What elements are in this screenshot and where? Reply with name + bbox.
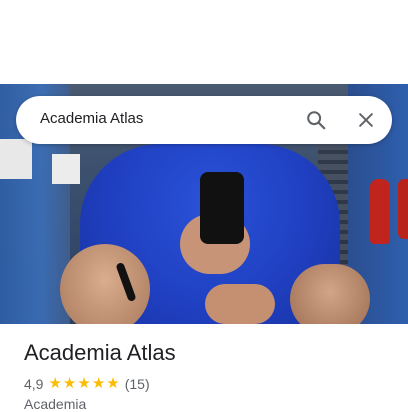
star-icon: ★ xyxy=(106,375,120,392)
star-icon: ★ xyxy=(62,375,77,392)
rating-value: 4,9 xyxy=(24,376,44,392)
photo-extinguisher xyxy=(370,179,390,244)
search-query[interactable]: Academia Atlas xyxy=(40,110,143,127)
close-icon[interactable] xyxy=(352,106,380,134)
photo-arm xyxy=(60,244,150,324)
photo-fist xyxy=(205,284,275,324)
rating-stars: ★ ★ ★ ★ ★ xyxy=(48,375,120,392)
photo-arm xyxy=(290,264,370,324)
search-icon[interactable] xyxy=(302,106,330,134)
star-icon: ★ xyxy=(48,375,62,392)
photo-extinguisher xyxy=(398,179,408,239)
photo-panel xyxy=(0,139,32,179)
star-icon: ★ xyxy=(91,375,106,392)
review-count[interactable]: (15) xyxy=(125,376,150,392)
place-title: Academia Atlas xyxy=(24,340,176,365)
place-category: Academia xyxy=(24,396,87,412)
search-bar[interactable]: Academia Atlas xyxy=(16,96,392,144)
rating-row[interactable]: 4,9 ★ ★ ★ ★ ★ (15) xyxy=(24,376,150,392)
star-icon: ★ xyxy=(77,375,91,392)
photo-panel xyxy=(52,154,80,184)
photo-phone xyxy=(200,172,244,244)
